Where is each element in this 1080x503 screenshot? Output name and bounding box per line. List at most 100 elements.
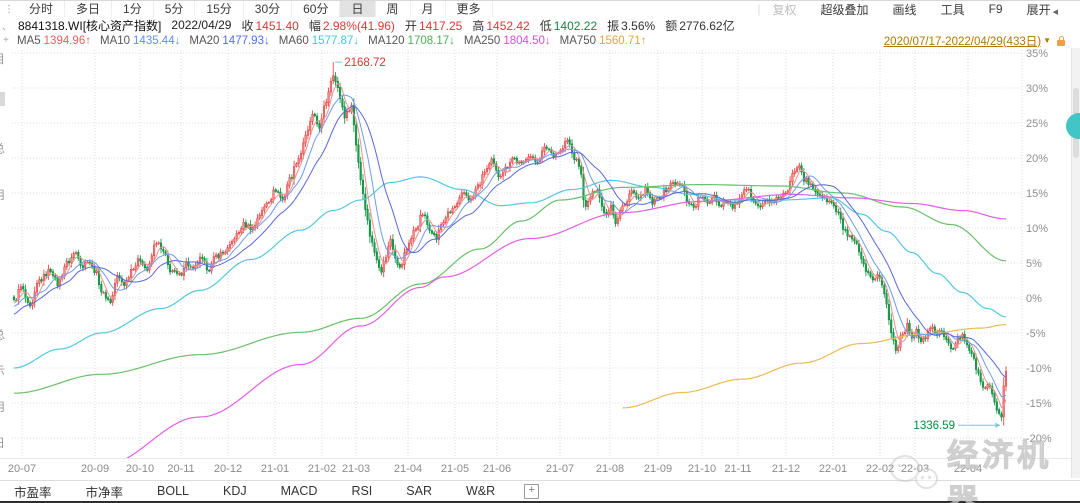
indicator-tab-市净率[interactable]: 市净率 [69,482,141,501]
x-tick-20-09: 20-09 [81,463,109,475]
ma-legend-MA10: MA101435.44↓ [100,35,180,47]
left-edge-clipped-text [0,92,5,106]
x-tick-21-09: 21-09 [644,463,672,475]
x-tick-20-12: 20-12 [214,463,242,475]
ma-legend-items: MA51394.96↑MA101435.44↓MA201477.93↓MA601… [17,35,655,47]
indicator-tab-BOLL[interactable]: BOLL [140,484,206,498]
period-button-15分[interactable]: 15分 [195,1,243,17]
ma-legend-MA250: MA2501804.50↓ [464,35,551,47]
x-tick-21-04: 21-04 [394,463,422,475]
svg-text:10%: 10% [1026,223,1048,235]
toolbar-right-buttons: | 复权超级叠加画线工具F9展开◀ [757,1,1080,18]
x-tick-21-01: 21-01 [261,463,289,475]
quote-icon-fragment: 、 [0,18,18,33]
left-edge-clipped-text: 示 [0,362,5,379]
left-edge-clipped-text: 目 [0,50,5,67]
svg-text:30%: 30% [1026,83,1048,95]
ma-legend-MA60: MA601577.87↓ [279,35,359,47]
date-range-control[interactable]: 2020/07/17-2022/04/29(433日) ▼ [884,33,1080,49]
x-tick-21-05: 21-05 [441,463,469,475]
svg-text:2168.72: 2168.72 [344,57,386,69]
symbol-name[interactable]: 8841318.WI[核心资产指数] [18,17,161,34]
toolbar-button-展开[interactable]: 展开◀ [1015,1,1070,18]
indicator-tab-MACD[interactable]: MACD [264,484,335,498]
x-tick-21-03: 21-03 [342,463,370,475]
x-tick-20-07: 20-07 [8,463,36,475]
period-button-周[interactable]: 周 [376,1,411,17]
x-tick-21-08: 21-08 [596,463,624,475]
trading-app-window: ⋮ 分时多日1分5分15分30分60分日周月更多 | 复权超级叠加画线工具F9展… [0,0,1080,503]
indicator-tab-市盈率[interactable]: 市盈率 [0,482,69,501]
left-edge-clipped-text: 总 [0,140,5,157]
ma-bar-icon-fragment: + [0,35,17,46]
period-button-30分[interactable]: 30分 [244,1,292,17]
wechat-logo-icon [888,451,941,499]
left-edge-clipped-text: 总 [0,326,5,343]
collapse-arrow-icon[interactable]: ◀ [1053,9,1058,16]
svg-text:25%: 25% [1026,118,1048,130]
period-button-分时[interactable]: 分时 [18,1,65,17]
period-buttons: 分时多日1分5分15分30分60分日周月更多 [18,1,493,17]
svg-text:35%: 35% [1026,48,1048,60]
svg-text:15%: 15% [1026,188,1048,200]
quote-field-低: 低1402.22 [540,17,597,34]
indicator-tab-SAR[interactable]: SAR [389,484,449,498]
toolbar-button-超级叠加[interactable]: 超级叠加 [809,1,881,18]
floating-widget-button[interactable] [1066,113,1080,139]
toolbar-button-复权[interactable]: 复权 [761,1,809,18]
x-tick-21-10: 21-10 [688,463,716,475]
period-button-1分[interactable]: 1分 [112,1,154,17]
toolbar-button-F9[interactable]: F9 [977,2,1015,16]
watermark-text: 经济机器 [947,430,1080,503]
ma-legend-MA750: MA7501560.71↑ [560,35,647,47]
ma-legend-MA120: MA1201708.17↓ [368,35,455,47]
quote-field-收: 收1451.40 [241,17,298,34]
period-button-多日[interactable]: 多日 [65,1,112,17]
x-tick-21-02: 21-02 [308,463,336,475]
x-tick-20-11: 20-11 [167,463,194,475]
quote-date: 2022/04/29 [171,18,231,32]
add-indicator-button[interactable]: + [524,484,539,499]
indicator-tab-RSI[interactable]: RSI [334,484,389,498]
quote-field-高: 高1452.42 [472,17,529,34]
period-button-更多[interactable]: 更多 [446,1,493,17]
svg-text:20%: 20% [1026,153,1048,165]
indicator-tab-KDJ[interactable]: KDJ [206,484,264,498]
ma-legend-MA5: MA51394.96↑ [17,35,91,47]
x-tick-21-07: 21-07 [546,463,574,475]
svg-text:-15%: -15% [1026,398,1052,410]
candlestick-chart[interactable]: 35%30%25%20%15%10%5%0%-5%-10%-15%-20%216… [0,0,1080,503]
toolbar-button-画线[interactable]: 画线 [881,1,929,18]
period-toolbar: ⋮ 分时多日1分5分15分30分60分日周月更多 | 复权超级叠加画线工具F9展… [0,0,1080,17]
date-range-label[interactable]: 2020/07/17-2022/04/29(433日) [884,33,1041,49]
quote-field-振: 振3.56% [607,17,655,34]
quote-fields: 收1451.40幅2.98%(41.96)开1417.25高1452.42低14… [241,17,744,34]
svg-text:5%: 5% [1026,258,1042,270]
x-tick-20-10: 20-10 [126,463,154,475]
period-button-月[interactable]: 月 [411,1,446,17]
ma-legend-bar: + MA51394.96↑MA101435.44↓MA201477.93↓MA6… [0,33,1080,48]
left-edge-clipped-text: 用 [0,398,5,415]
panel-toggle-icon[interactable]: ⋮ [4,4,18,15]
svg-text:-10%: -10% [1026,363,1052,375]
quote-info-bar: 、 8841318.WI[核心资产指数] 2022/04/29 收1451.40… [0,17,1080,33]
quote-field-额: 额2776.62亿 [665,17,734,34]
left-edge-clipped-text: 用 [0,186,5,203]
x-tick-21-11: 21-11 [724,463,751,475]
period-button-60分[interactable]: 60分 [292,1,340,17]
period-button-5分[interactable]: 5分 [154,1,196,17]
x-tick-22-01: 22-01 [819,463,847,475]
quote-field-开: 开1417.25 [405,17,462,34]
watermark: 经济机器 [888,430,1080,503]
indicator-tab-W&R[interactable]: W&R [449,484,512,498]
svg-text:-5%: -5% [1026,328,1046,340]
toolbar-button-工具[interactable]: 工具 [929,1,977,18]
lock-icon[interactable] [1056,36,1066,46]
period-toolbar-left: ⋮ 分时多日1分5分15分30分60分日周月更多 [0,1,493,17]
left-panel-edge: 目总用总示用日 [0,46,12,466]
left-edge-clipped-text: 日 [0,434,5,451]
period-button-日[interactable]: 日 [340,1,375,17]
x-tick-21-12: 21-12 [772,463,800,475]
chevron-down-icon[interactable]: ▼ [1043,36,1051,45]
x-tick-21-06: 21-06 [483,463,511,475]
